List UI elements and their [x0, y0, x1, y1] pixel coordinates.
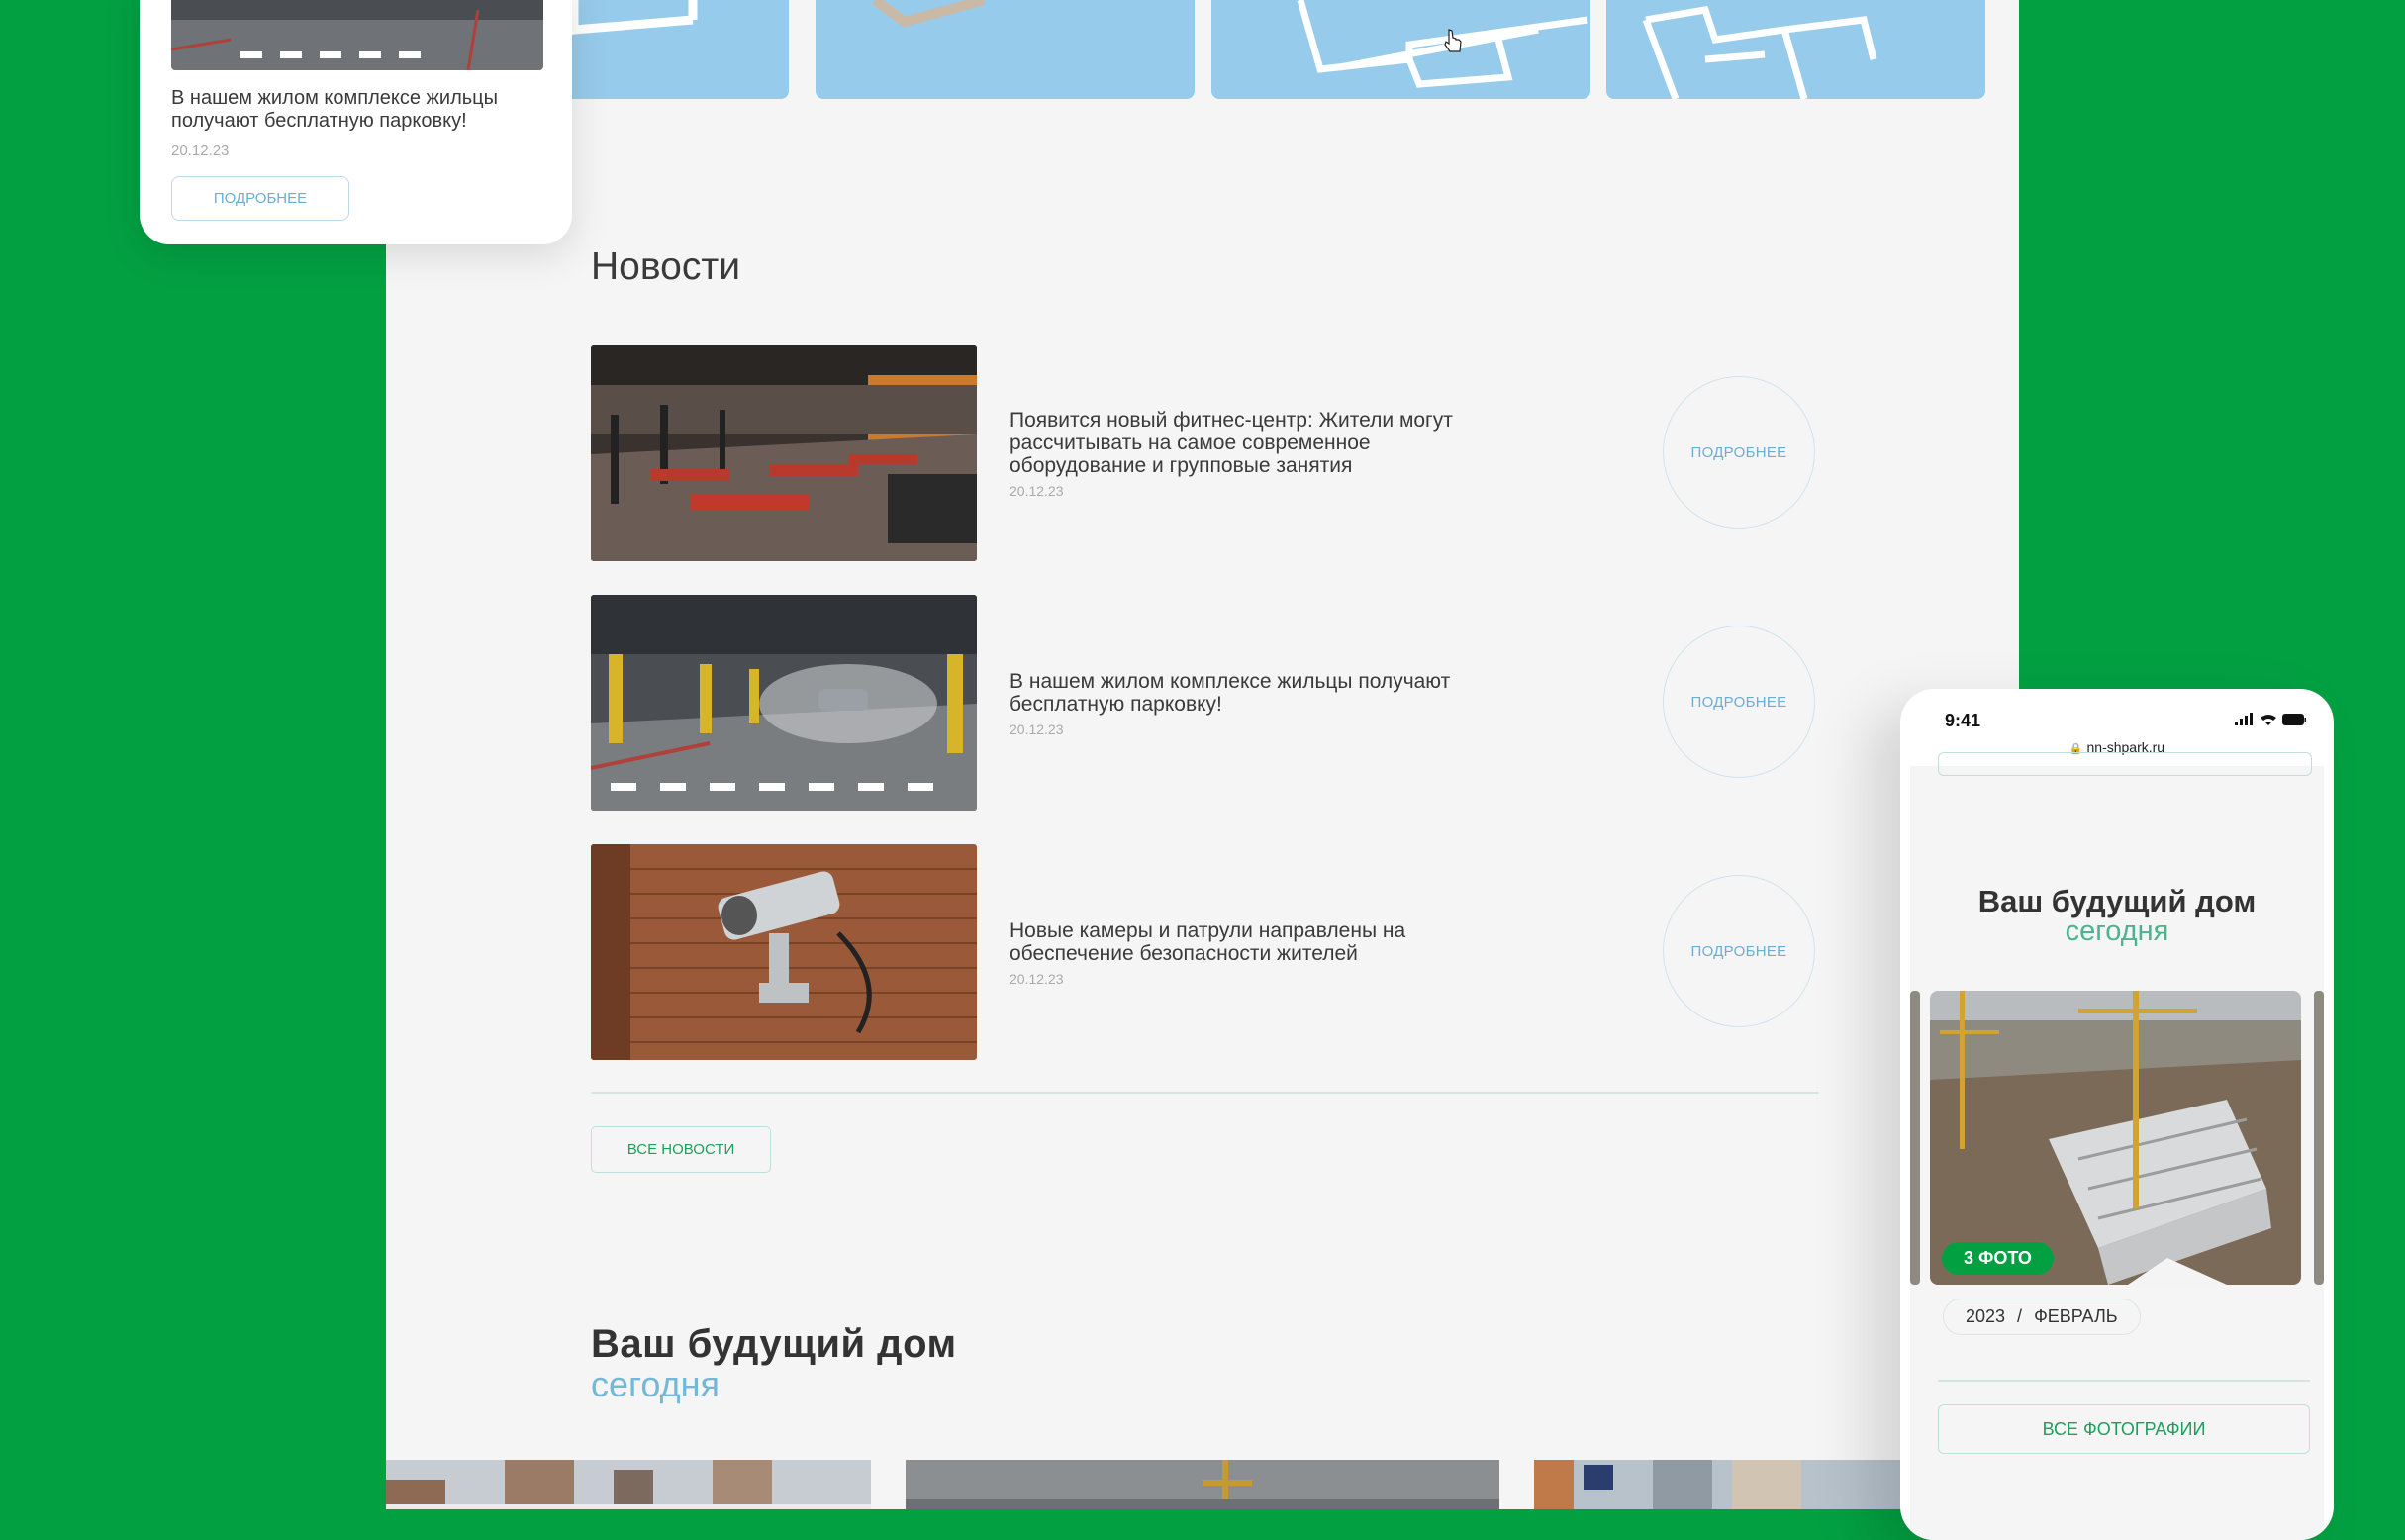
- more-button[interactable]: ПОДРОБНЕЕ: [1663, 626, 1815, 778]
- news-text[interactable]: Появится новый фитнес-центр: Жители могу…: [1010, 409, 1465, 477]
- date-year: 2023: [1966, 1306, 2006, 1326]
- phone-section-subtitle: сегодня: [2065, 915, 2169, 947]
- phone-content: Ваш будущий дом сегодня 3 ФОТО 2023 / ФЕ…: [1910, 752, 2324, 1540]
- camera-photo[interactable]: [591, 844, 977, 1060]
- date-separator: /: [2017, 1306, 2023, 1326]
- construction-photo[interactable]: [906, 1460, 1499, 1509]
- news-date: 20.12.23: [1010, 483, 1064, 499]
- next-slide-peek[interactable]: [2314, 991, 2324, 1285]
- news-section-title: Новости: [591, 245, 740, 288]
- photo-count-badge: 3 ФОТО: [1942, 1242, 2054, 1275]
- floor-plan-thumb[interactable]: [1211, 0, 1590, 99]
- phone-divider: [1938, 1380, 2310, 1382]
- date-month: ФЕВРАЛЬ: [2034, 1306, 2118, 1326]
- parking-photo[interactable]: [171, 0, 543, 70]
- more-button[interactable]: ПОДРОБНЕЕ: [1663, 376, 1815, 529]
- news-date: 20.12.23: [1010, 722, 1064, 737]
- mobile-news-card: В нашем жилом комплексе жильцы получают …: [140, 0, 572, 244]
- news-item: Новые камеры и патрули направлены на обе…: [591, 844, 1818, 1060]
- more-button[interactable]: ПОДРОБНЕЕ: [1663, 875, 1815, 1027]
- desktop-page: Новости Появится новый фитнес-центр: Жит…: [386, 0, 2019, 1509]
- previous-button-edge[interactable]: [1938, 752, 2312, 776]
- floor-plan-thumbnails: [386, 0, 2019, 99]
- phone-section-title: Ваш будущий дом: [1977, 884, 2257, 918]
- date-selector[interactable]: 2023 / ФЕВРАЛЬ: [1943, 1299, 2141, 1335]
- floor-plan-thumb[interactable]: [1606, 0, 1985, 99]
- more-button[interactable]: ПОДРОБНЕЕ: [171, 176, 349, 221]
- card-text[interactable]: В нашем жилом комплексе жильцы получают …: [171, 87, 537, 133]
- status-time: 9:41: [1945, 711, 1981, 730]
- news-date: 20.12.23: [1010, 971, 1064, 987]
- news-text[interactable]: В нашем жилом комплексе жильцы получают …: [1010, 670, 1465, 716]
- parking-photo[interactable]: [591, 595, 977, 811]
- news-item: Появится новый фитнес-центр: Жители могу…: [591, 345, 1818, 561]
- phone-mockup: 9:41 🔒 nn-shpark.ru Ваш будущий дом сего…: [1900, 689, 2334, 1540]
- construction-photo[interactable]: [386, 1460, 871, 1509]
- news-text[interactable]: Новые камеры и патрули направлены на обе…: [1010, 919, 1465, 965]
- construction-site-photo[interactable]: [1930, 991, 2301, 1285]
- signal-icon: [2235, 713, 2253, 725]
- news-item: В нашем жилом комплексе жильцы получают …: [591, 595, 1818, 811]
- prev-slide-peek[interactable]: [1910, 991, 1920, 1285]
- future-home-subtitle: сегодня: [591, 1364, 720, 1404]
- section-divider: [591, 1092, 1818, 1094]
- all-photos-button[interactable]: ВСЕ ФОТОГРАФИИ: [1938, 1404, 2310, 1454]
- status-icons: [2235, 713, 2306, 731]
- card-date: 20.12.23: [171, 143, 230, 159]
- future-home-title: Ваш будущий дом: [591, 1322, 957, 1366]
- floor-plan-thumb-active[interactable]: [816, 0, 1195, 99]
- cursor-icon: [1444, 29, 1462, 52]
- gym-photo[interactable]: [591, 345, 977, 561]
- all-news-button[interactable]: ВСЕ НОВОСТИ: [591, 1126, 771, 1173]
